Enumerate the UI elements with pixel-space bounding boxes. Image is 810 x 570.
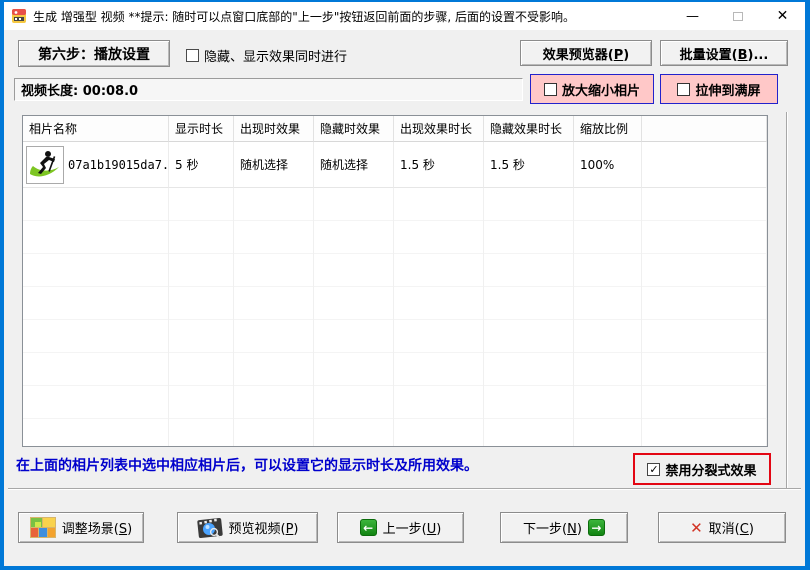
column-header-appear-duration[interactable]: 出现效果时长 bbox=[394, 116, 484, 142]
previous-step-label: 上一步(U) bbox=[382, 522, 442, 537]
arrow-right-icon: → bbox=[587, 519, 605, 536]
zoom-photo-label: 放大缩小相片 bbox=[561, 83, 640, 99]
window-title: 生成 增强型 视频 **提示: 随时可以点窗口底部的"上一步"按钮返回前面的步骤… bbox=[33, 9, 575, 24]
photo-list-table: 相片名称 显示时长 出现时效果 隐藏时效果 出现效果时长 隐藏效果时长 缩放比例… bbox=[22, 115, 768, 447]
vertical-separator bbox=[786, 112, 787, 488]
stretch-fullscreen-checkbox[interactable]: 拉伸到满屏 bbox=[660, 74, 778, 104]
checkbox-icon bbox=[186, 49, 199, 62]
cancel-label: 取消(C) bbox=[708, 522, 754, 537]
close-button[interactable]: ✕ bbox=[760, 2, 805, 30]
column-header-hide-duration[interactable]: 隐藏效果时长 bbox=[484, 116, 574, 142]
column-header-filler bbox=[642, 116, 767, 142]
photo-name: 07a1b19015da7... bbox=[68, 157, 169, 172]
preview-video-label: 预览视频(P) bbox=[228, 522, 299, 537]
sync-effects-label: 隐藏、显示效果同时进行 bbox=[204, 50, 348, 65]
app-window: 生成 增强型 视频 **提示: 随时可以点窗口底部的"上一步"按钮返回前面的步骤… bbox=[0, 0, 810, 570]
previous-step-button[interactable]: ← 上一步(U) bbox=[337, 512, 464, 543]
maximize-icon bbox=[732, 11, 743, 21]
close-icon: ✕ bbox=[776, 8, 789, 24]
next-step-label: 下一步(N) bbox=[523, 522, 582, 537]
column-header-duration[interactable]: 显示时长 bbox=[169, 116, 234, 142]
batch-settings-label: 批量设置(B)... bbox=[679, 47, 769, 63]
table-cell-appear-effect[interactable]: 随机选择 bbox=[234, 142, 314, 188]
disable-split-effect-label: 禁用分裂式效果 bbox=[665, 463, 757, 479]
effect-previewer-button[interactable]: 效果预览器(P) bbox=[520, 40, 652, 66]
hint-text: 在上面的相片列表中选中相应相片后，可以设置它的显示时长及所用效果。 bbox=[16, 458, 478, 474]
table-cell-duration[interactable]: 5 秒 bbox=[169, 142, 234, 188]
cancel-x-icon: ✕ bbox=[690, 518, 703, 537]
checkbox-checked-icon: ✓ bbox=[647, 462, 661, 476]
batch-settings-button[interactable]: 批量设置(B)... bbox=[660, 40, 788, 66]
photo-thumbnail bbox=[26, 145, 64, 184]
next-step-button[interactable]: 下一步(N) → bbox=[500, 512, 628, 543]
app-icon bbox=[12, 9, 26, 23]
column-header-scale[interactable]: 缩放比例 bbox=[574, 116, 642, 142]
effect-previewer-label: 效果预览器(P) bbox=[542, 47, 630, 63]
titlebar: 生成 增强型 视频 **提示: 随时可以点窗口底部的"上一步"按钮返回前面的步骤… bbox=[4, 2, 805, 30]
column-header-photo-name[interactable]: 相片名称 bbox=[23, 116, 169, 142]
stretch-fullscreen-label: 拉伸到满屏 bbox=[695, 83, 761, 99]
table-row-photo-name[interactable]: 07a1b19015da7... bbox=[23, 142, 169, 188]
horizontal-separator bbox=[8, 488, 801, 489]
scene-mosaic-icon bbox=[29, 517, 56, 538]
arrow-left-icon: ← bbox=[359, 519, 377, 536]
column-header-hide-effect[interactable]: 隐藏时效果 bbox=[314, 116, 394, 142]
table-empty-area bbox=[23, 188, 169, 446]
maximize-button bbox=[715, 2, 760, 30]
preview-video-button[interactable]: 预览视频(P) bbox=[177, 512, 318, 543]
minimize-button[interactable]: — bbox=[670, 2, 715, 30]
adjust-scene-button[interactable]: 调整场景(S) bbox=[18, 512, 144, 543]
table-cell-scale[interactable]: 100% bbox=[574, 142, 642, 188]
video-length-text: 视频长度: 00:08.0 bbox=[21, 84, 139, 99]
table-cell-hide-effect[interactable]: 随机选择 bbox=[314, 142, 394, 188]
checkbox-icon bbox=[543, 82, 557, 96]
checkbox-icon bbox=[677, 82, 691, 96]
cancel-button[interactable]: ✕ 取消(C) bbox=[658, 512, 786, 543]
disable-split-effect-checkbox[interactable]: ✓ 禁用分裂式效果 bbox=[633, 453, 771, 485]
sync-effects-checkbox[interactable]: 隐藏、显示效果同时进行 bbox=[186, 46, 347, 65]
column-header-appear-effect[interactable]: 出现时效果 bbox=[234, 116, 314, 142]
minimize-icon: — bbox=[686, 8, 699, 24]
video-length-field: 视频长度: 00:08.0 bbox=[14, 78, 523, 101]
step-label-button[interactable]: 第六步：播放设置 bbox=[18, 40, 170, 67]
athlete-thumbnail-image bbox=[30, 150, 59, 176]
zoom-photo-checkbox[interactable]: 放大缩小相片 bbox=[530, 74, 654, 104]
step-label: 第六步：播放设置 bbox=[38, 46, 150, 63]
adjust-scene-label: 调整场景(S) bbox=[61, 522, 133, 537]
table-cell-appear-duration[interactable]: 1.5 秒 bbox=[394, 142, 484, 188]
film-preview-icon bbox=[196, 517, 223, 539]
table-cell-hide-duration[interactable]: 1.5 秒 bbox=[484, 142, 574, 188]
caption-buttons: — ✕ bbox=[670, 2, 805, 30]
table-cell-filler bbox=[642, 142, 767, 188]
